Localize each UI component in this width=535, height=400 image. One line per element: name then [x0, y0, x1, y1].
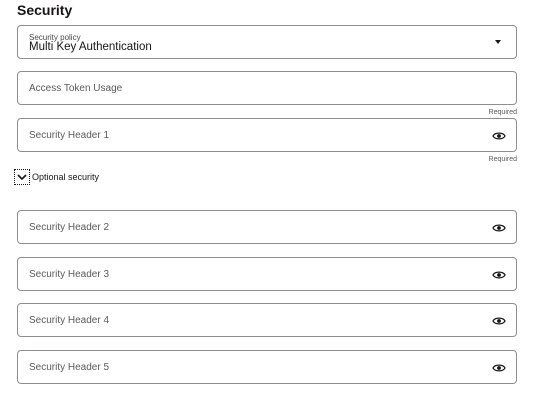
access-token-usage-placeholder: Access Token Usage	[29, 83, 123, 94]
dropdown-caret-icon[interactable]	[495, 40, 501, 44]
eye-icon[interactable]	[492, 222, 506, 234]
security-header-5-placeholder: Security Header 5	[29, 362, 110, 373]
security-header-3-placeholder: Security Header 3	[29, 269, 110, 280]
security-header-2-field[interactable]: Security Header 2	[17, 210, 517, 244]
security-header-1-field[interactable]: Security Header 1	[17, 118, 517, 152]
section-title: Security	[17, 2, 73, 18]
access-token-usage-field[interactable]: Access Token Usage	[17, 71, 517, 105]
security-header-1-required-label: Required	[488, 156, 517, 163]
security-header-1-placeholder: Security Header 1	[29, 130, 110, 141]
eye-icon[interactable]	[492, 130, 506, 142]
security-header-2-placeholder: Security Header 2	[29, 222, 110, 233]
optional-security-toggle[interactable]: Optional security	[14, 169, 99, 185]
security-header-4-field[interactable]: Security Header 4	[17, 303, 517, 337]
security-header-3-field[interactable]: Security Header 3	[17, 257, 517, 291]
security-header-5-field[interactable]: Security Header 5	[17, 350, 517, 384]
access-token-required-label: Required	[488, 109, 517, 116]
security-policy-value: Multi Key Authentication	[29, 41, 152, 53]
eye-icon[interactable]	[492, 362, 506, 374]
eye-icon[interactable]	[492, 315, 506, 327]
expand-chevron-icon[interactable]	[14, 169, 30, 185]
optional-security-label: Optional security	[32, 172, 100, 182]
security-policy-select[interactable]: Security policy Multi Key Authentication	[17, 25, 517, 59]
security-header-4-placeholder: Security Header 4	[29, 315, 110, 326]
eye-icon[interactable]	[492, 269, 506, 281]
